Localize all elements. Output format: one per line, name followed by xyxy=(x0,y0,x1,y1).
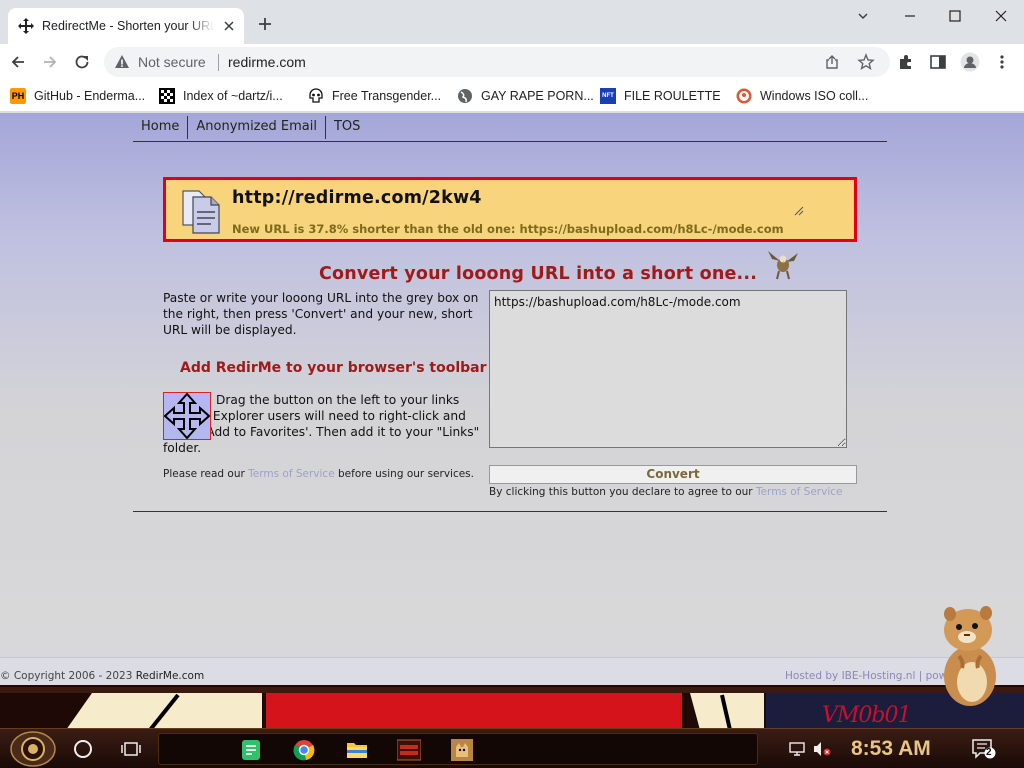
short-url-info: New URL is 37.8% shorter than the old on… xyxy=(232,222,784,236)
pornhub-logo-icon: PH xyxy=(10,88,26,104)
bookmark-label: GitHub - Enderma... xyxy=(34,89,146,103)
url-text[interactable]: redirme.com xyxy=(228,54,306,70)
chrome-icon[interactable] xyxy=(293,739,315,761)
game-app-icon[interactable] xyxy=(397,739,421,761)
copyright-text: © Copyright 2006 - 2023 xyxy=(0,670,136,682)
agree-note-text: By clicking this button you declare to a… xyxy=(489,486,756,498)
desktop-wallpaper: VM0b01 xyxy=(0,685,1024,730)
omnibox-divider xyxy=(218,54,219,71)
bookmark-index-dartz[interactable]: Index of ~dartz/i... xyxy=(159,86,283,106)
share-icon[interactable] xyxy=(824,54,840,70)
volume-muted-icon[interactable] xyxy=(813,741,831,757)
hamster-desktop-pet-icon[interactable] xyxy=(934,604,1004,708)
nav-tos-link[interactable]: TOS xyxy=(326,116,368,139)
redirectme-favicon-icon xyxy=(18,18,34,34)
bookmark-label: Windows ISO coll... xyxy=(760,89,869,103)
bookmark-free-transgender[interactable]: Free Transgender... xyxy=(308,86,441,106)
side-panel-icon[interactable] xyxy=(928,52,948,72)
tos-note: Please read our Terms of Service before … xyxy=(163,468,474,480)
bookmark-github[interactable]: PH GitHub - Enderma... xyxy=(10,86,145,106)
profile-avatar-icon[interactable] xyxy=(960,52,980,72)
bookmark-star-icon[interactable] xyxy=(857,53,875,71)
extensions-icon[interactable] xyxy=(896,52,916,72)
nav-home-link[interactable]: Home xyxy=(133,116,189,139)
task-view-icon[interactable] xyxy=(121,740,141,758)
bookmarklet-drag-button[interactable] xyxy=(163,392,211,440)
close-window-icon[interactable] xyxy=(989,6,1013,26)
tab-title: RedirectMe - Shorten your URL xyxy=(42,19,214,33)
new-tab-icon[interactable] xyxy=(257,16,273,32)
security-label[interactable]: Not secure xyxy=(138,54,206,70)
drag-instructions: Drag the button on the left to your link… xyxy=(163,393,480,455)
tab-redirectme[interactable]: RedirectMe - Shorten your URL xyxy=(8,8,244,44)
cortana-search-icon[interactable] xyxy=(74,740,92,758)
taskbar-clock[interactable]: 8:53 AM xyxy=(851,737,931,761)
duckduckgo-icon xyxy=(736,88,752,104)
checker-icon xyxy=(159,88,175,104)
page-headline: Convert your looong URL into a short one… xyxy=(319,264,758,284)
skull-icon xyxy=(308,88,324,104)
tab-close-icon[interactable] xyxy=(222,19,236,33)
forward-icon[interactable] xyxy=(40,52,60,72)
start-button-icon[interactable] xyxy=(10,731,56,767)
copyright-brand: RedirMe.com xyxy=(135,670,205,682)
bookmark-label: Index of ~dartz/i... xyxy=(183,89,283,103)
tos-link[interactable]: Terms of Service xyxy=(248,468,335,480)
tos-note-text-after: before using our services. xyxy=(334,468,474,480)
result-box: http://redirme.com/2kw4 New URL is 37.8%… xyxy=(163,177,857,242)
page-content: Home Anonymized Email TOS http://redirme… xyxy=(0,113,1024,685)
copyright: © Copyright 2006 - 2023 RedirMe.com xyxy=(0,670,204,682)
bottom-divider xyxy=(133,511,887,512)
documents-icon xyxy=(177,187,225,235)
maximize-icon[interactable] xyxy=(943,6,967,26)
site-nav: Home Anonymized Email TOS xyxy=(133,116,887,142)
pinned-apps xyxy=(158,733,758,765)
bookmark-label: FILE ROULETTE xyxy=(624,89,721,103)
agree-tos-link[interactable]: Terms of Service xyxy=(756,486,843,498)
warning-triangle-icon[interactable] xyxy=(114,54,130,70)
tab-strip: RedirectMe - Shorten your URL xyxy=(0,0,1024,44)
notification-count: 2 xyxy=(986,747,992,758)
address-bar[interactable]: Not secure redirme.com xyxy=(104,47,890,77)
bookmark-globe[interactable]: GAY RAPE PORN... xyxy=(457,86,594,106)
bookmark-file-roulette[interactable]: NFT FILE ROULETTE xyxy=(600,86,721,106)
site-footer: © Copyright 2006 - 2023 RedirMe.com Host… xyxy=(0,657,1024,685)
intro-text: Paste or write your looong URL into the … xyxy=(163,291,479,337)
nav-anonymized-email-link[interactable]: Anonymized Email xyxy=(188,116,326,139)
resize-grip-icon[interactable] xyxy=(793,206,805,216)
windows-taskbar: 8:53 AM 2 xyxy=(0,728,1024,768)
notifications-icon[interactable]: 2 xyxy=(972,739,996,759)
globe-icon xyxy=(457,88,473,104)
short-url-output[interactable]: http://redirme.com/2kw4 xyxy=(232,188,482,208)
browser-toolbar: Not secure redirme.com xyxy=(0,44,1024,80)
toolbar-heading: Add RedirMe to your browser's toolbar xyxy=(180,360,487,376)
file-explorer-icon[interactable] xyxy=(346,739,368,761)
cat-app-icon[interactable] xyxy=(451,739,473,761)
tos-note-text: Please read our xyxy=(163,468,249,480)
bookmark-windows-iso[interactable]: Windows ISO coll... xyxy=(736,86,868,106)
notes-app-icon[interactable] xyxy=(240,739,262,761)
eagle-icon xyxy=(766,249,800,281)
minimize-icon[interactable] xyxy=(898,6,922,26)
back-icon[interactable] xyxy=(8,52,28,72)
bookmark-label: GAY RAPE PORN... xyxy=(481,89,594,103)
agree-note: By clicking this button you declare to a… xyxy=(489,486,843,498)
reload-icon[interactable] xyxy=(72,52,92,72)
long-url-input[interactable] xyxy=(489,290,847,448)
tab-search-chevron-icon[interactable] xyxy=(851,6,875,26)
nft-icon: NFT xyxy=(600,88,616,104)
bookmarks-bar: PH GitHub - Enderma... Index of ~dartz/i… xyxy=(0,80,1024,112)
network-icon[interactable] xyxy=(789,741,805,757)
convert-button[interactable]: Convert xyxy=(489,465,857,484)
bookmark-label: Free Transgender... xyxy=(332,89,442,103)
wallpaper-logo-text: VM0b01 xyxy=(822,703,911,728)
chrome-menu-icon[interactable] xyxy=(992,52,1012,72)
